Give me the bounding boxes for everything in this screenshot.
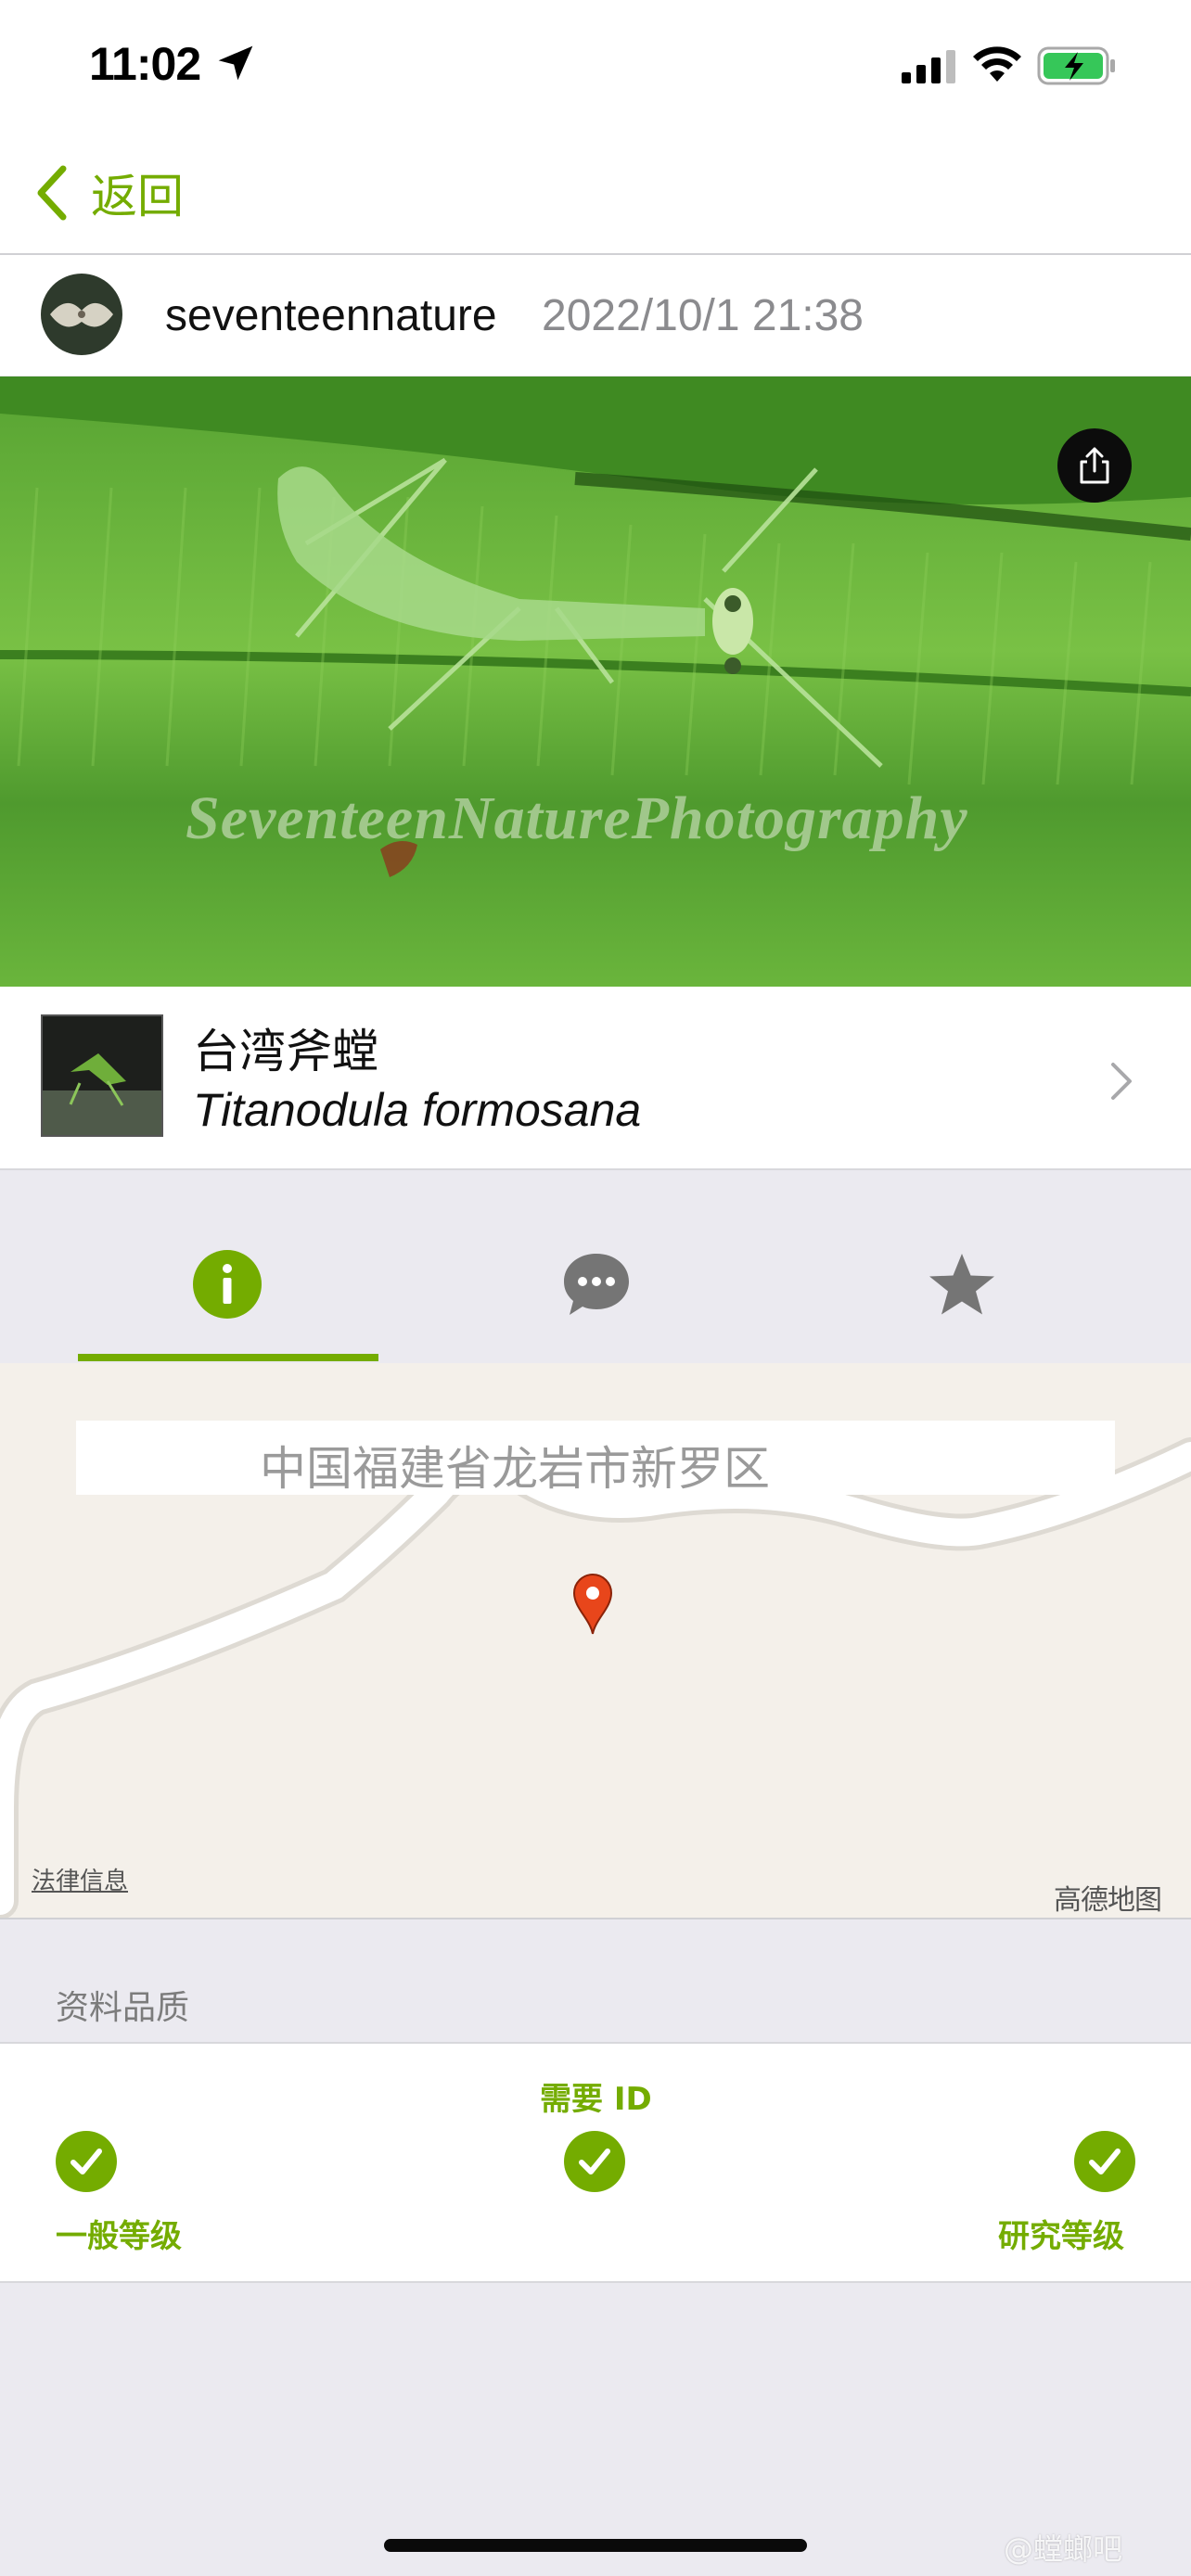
legal-info-link[interactable]: 法律信息 — [32, 1862, 128, 1896]
tab-favorites[interactable] — [813, 1170, 1111, 1363]
avatar[interactable] — [41, 274, 122, 355]
back-button[interactable]: 返回 — [33, 160, 184, 225]
wifi-icon — [973, 46, 1021, 82]
tab-info[interactable] — [78, 1170, 377, 1363]
taxon-thumbnail — [41, 1014, 163, 1137]
data-quality-label-needs-id: 需要 ID — [540, 2081, 652, 2118]
image-watermark: @螳螂吧 — [1004, 2531, 1123, 2567]
username[interactable]: seventeennature — [165, 290, 497, 341]
location-arrow-icon — [218, 45, 253, 81]
status-time: 11:02 — [89, 38, 201, 90]
tab-bar — [0, 1170, 1191, 1365]
photo-watermark: SeventeenNaturePhotography — [186, 784, 968, 852]
observation-date: 2022/10/1 21:38 — [542, 291, 864, 340]
taxon-row[interactable]: 台湾斧螳 Titanodula formosana — [0, 987, 1191, 1170]
chevron-right-icon — [1111, 1063, 1132, 1100]
star-icon — [929, 1254, 994, 1315]
tab-comments[interactable] — [447, 1170, 746, 1363]
taxon-common-name: 台湾斧螳 — [193, 1025, 378, 1078]
map-provider-logo: 高德地图 — [1054, 1884, 1162, 1917]
cellular-signal-icon — [902, 50, 955, 83]
tab-active-indicator — [78, 1354, 378, 1361]
back-label: 返回 — [91, 170, 184, 223]
map-pin-icon — [572, 1574, 613, 1635]
check-icon — [564, 2131, 625, 2192]
data-quality-label-casual: 一般等级 — [56, 2218, 182, 2255]
info-icon — [193, 1250, 262, 1319]
chevron-left-icon — [37, 165, 67, 221]
battery-charging-icon — [1037, 46, 1115, 85]
speech-bubble-icon — [564, 1254, 629, 1315]
observation-photo[interactable] — [0, 376, 1191, 987]
map-place-name: 中国福建省龙岩市新罗区 — [260, 1442, 770, 1496]
observer-row: seventeennature 2022/10/1 21:38 — [0, 255, 1191, 376]
nav-bar: 返回 — [0, 134, 1191, 255]
check-icon — [1074, 2131, 1135, 2192]
taxon-scientific-name: Titanodula formosana — [193, 1084, 642, 1136]
share-button[interactable] — [1057, 428, 1132, 503]
share-icon — [1080, 447, 1109, 484]
check-icon — [56, 2131, 117, 2192]
data-quality-header: 资料品质 — [56, 1989, 190, 2027]
data-quality-label-research: 研究等级 — [998, 2218, 1124, 2255]
home-indicator[interactable] — [384, 2539, 807, 2552]
